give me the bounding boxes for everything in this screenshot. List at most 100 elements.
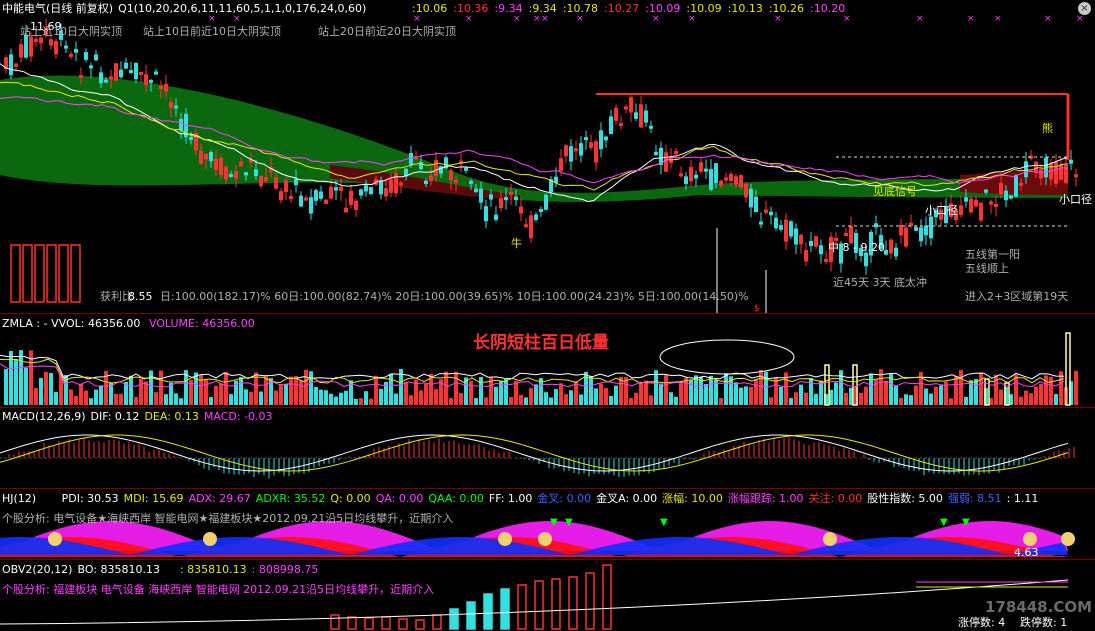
candle-body	[604, 136, 608, 141]
volume-bar	[34, 388, 38, 405]
volume-bar	[924, 388, 928, 405]
candle-body	[254, 169, 258, 177]
hj-pane[interactable]: ▼ ▼ ▼ ▼ ▼ HJ(12) PDI: 30.53 MDI: 15.69 ADX: 29…	[0, 489, 1095, 559]
volume-bar	[54, 391, 58, 405]
candlestick-chart[interactable]: × × × × × × × × × × × × × × × × ×	[0, 0, 1095, 313]
candle-body	[599, 130, 603, 150]
volume-bar	[929, 393, 933, 405]
volume-bar	[364, 391, 368, 405]
volume-bar	[474, 398, 478, 405]
volume-bar	[949, 398, 953, 405]
candle-body	[484, 206, 488, 222]
volume-bar	[204, 379, 208, 405]
obv-bar	[330, 614, 340, 630]
volume-bar	[529, 388, 533, 405]
candle-body	[524, 224, 528, 228]
indicator-value: :10.20	[810, 2, 846, 15]
candle-body	[794, 228, 798, 245]
volume-bar	[654, 370, 658, 405]
candle-body	[759, 221, 763, 225]
volume-bar	[819, 380, 823, 405]
signal-box	[70, 244, 81, 303]
close-icon[interactable]: ×	[1078, 2, 1091, 15]
candle-body	[784, 219, 788, 242]
volume-bar	[679, 381, 683, 405]
macd-dea: DEA: 0.13	[144, 410, 199, 423]
candle-body	[319, 191, 323, 199]
volume-bar	[769, 397, 773, 405]
volume-bar	[374, 375, 378, 405]
volume-bar	[699, 377, 703, 405]
volume-bar	[519, 394, 523, 405]
volume-bar	[549, 397, 553, 405]
candle-body	[344, 207, 348, 213]
obv-pane[interactable]: OBV2(20,12) BO: 835810.13: 835810.13: 808…	[0, 560, 1095, 631]
candle-body	[169, 101, 173, 108]
candle-body	[689, 167, 693, 182]
volume-bar	[419, 390, 423, 405]
macd-dif: DIF: 0.12	[90, 410, 140, 423]
hj-indicator-value: PDI: 30.53	[61, 492, 119, 505]
candle-body	[569, 146, 573, 162]
hj-indicator-value: : 1.11	[1006, 492, 1039, 505]
candle-body	[959, 205, 963, 215]
macd-pane[interactable]: MACD(12,26,9) DIF: 0.12 DEA: 0.13 MACD: -0.…	[0, 408, 1095, 488]
candle-body	[809, 240, 813, 247]
obv-bar	[415, 619, 425, 630]
volume-bar	[649, 395, 653, 405]
hj-indicator-value: 股性指数: 5.00	[867, 492, 943, 505]
candle-body	[929, 216, 933, 239]
macd-title: MACD(12,26,9)	[2, 410, 86, 423]
obv-bar	[551, 578, 561, 630]
hj-indicator-value: 金叉A: 0.00	[596, 492, 658, 505]
candle-body	[969, 198, 973, 213]
volume-bar	[1039, 383, 1043, 405]
volume-bar	[164, 394, 168, 405]
signal-box	[58, 244, 69, 303]
volume-bar	[639, 381, 643, 405]
price-pane[interactable]: × × × × × × × × × × × × × × × × × 中能电气(日线 前复权) Q1(10,20,2…	[0, 0, 1095, 313]
candle-body	[144, 74, 148, 85]
candle-body	[399, 182, 403, 186]
volume-bar	[424, 383, 428, 405]
volume-bar	[1054, 394, 1058, 405]
volume-bar	[344, 390, 348, 405]
volume-bar	[664, 375, 668, 405]
indicator-value: :9.34	[528, 2, 557, 15]
candle-body	[14, 63, 18, 67]
volume-bar	[14, 359, 18, 405]
candle-body	[729, 173, 733, 181]
obv-header: OBV2(20,12) BO: 835810.13: 835810.13: 808…	[2, 563, 323, 576]
volume-bar	[904, 394, 908, 405]
indicator-value: :10.36	[453, 2, 489, 15]
candle-body	[844, 233, 848, 237]
volume-bar	[409, 395, 413, 405]
candle-body	[614, 107, 618, 121]
volume-bar	[1014, 374, 1018, 405]
low-price-label: 8.55	[128, 290, 153, 303]
signal-3: 站上20日前近20日大阴实顶	[318, 25, 456, 38]
candle-body	[544, 194, 548, 210]
volume-bar	[734, 382, 738, 405]
volume-bar	[1074, 370, 1078, 405]
hj-indicator-value: ADX: 29.67	[188, 492, 251, 505]
candle-body	[559, 158, 563, 171]
volume-bar	[974, 378, 978, 405]
candle-body	[789, 221, 793, 237]
volume-bar	[709, 375, 713, 405]
volume-bar	[844, 392, 848, 405]
hj-indicator-value: FF: 1.00	[488, 492, 533, 505]
range-label: 中 8 - 9.20	[828, 241, 885, 254]
candle-body	[229, 174, 233, 178]
volume-bar	[794, 392, 798, 405]
volume-bar	[314, 386, 318, 405]
indicator-value: :10.09	[686, 2, 722, 15]
volume-pane[interactable]: ZMLA : - VVOL: 46356.00 VOLUME: 46356.00…	[0, 314, 1095, 407]
volume-bar	[739, 387, 743, 405]
arrow-down-icon: ▼	[962, 517, 970, 528]
obv-bar	[381, 616, 391, 630]
volume-bar	[49, 373, 53, 405]
volume-bar	[534, 384, 538, 405]
candle-body	[1059, 164, 1063, 180]
candle-body	[379, 181, 383, 195]
